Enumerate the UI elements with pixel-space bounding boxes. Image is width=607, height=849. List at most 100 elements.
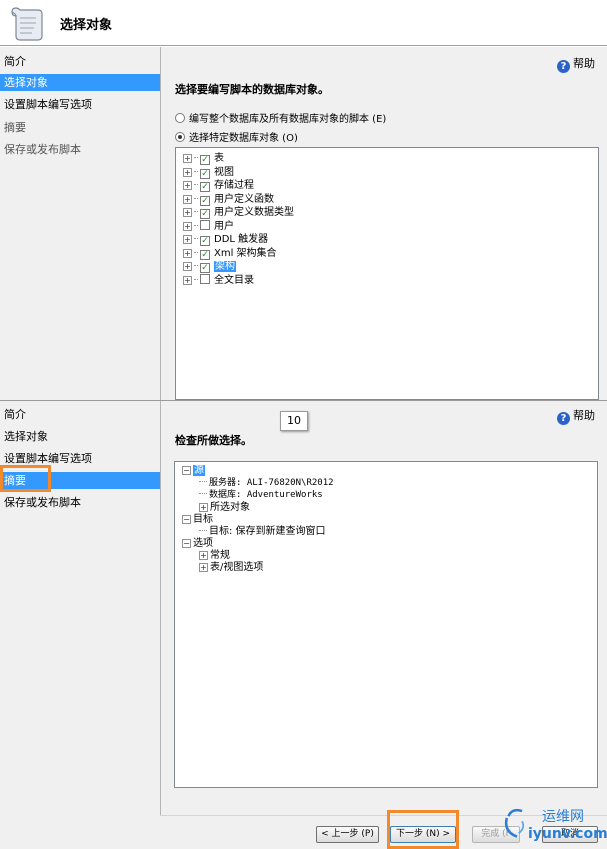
expand-icon[interactable]: + — [183, 194, 192, 204]
object-type-label: 视图 — [214, 166, 234, 178]
tree-node-source[interactable]: − 源 — [182, 464, 205, 477]
dialog-header: 选择对象 — [0, 0, 607, 46]
checkbox-checked-icon[interactable]: ✓ — [200, 209, 210, 219]
checkbox-checked-icon[interactable]: ✓ — [200, 236, 210, 246]
help-label: 帮助 — [573, 409, 595, 422]
object-type-row[interactable]: + ✓ 用户定义函数 — [183, 193, 274, 206]
tree-connector — [194, 238, 198, 239]
tree-connector — [194, 224, 198, 226]
expand-icon[interactable]: + — [183, 167, 192, 177]
expand-icon[interactable]: + — [183, 248, 192, 258]
help-icon: ? — [557, 60, 570, 73]
bottom-help-link[interactable]: ? 帮助 — [557, 407, 595, 425]
object-type-row[interactable]: + ✓ DDL 触发器 — [183, 233, 268, 246]
checkbox-unchecked-icon[interactable] — [200, 219, 210, 230]
top-help-link[interactable]: ? 帮助 — [557, 55, 595, 73]
top-content-panel: ? 帮助 选择要编写脚本的数据库对象。 编写整个数据库及所有数据库对象的脚本 (E… — [161, 47, 607, 400]
tree-node-table-view-options-label: 表/视图选项 — [210, 562, 264, 573]
watermark: 运维网 iyunv.com — [498, 804, 607, 849]
expand-icon[interactable]: + — [183, 262, 192, 271]
dialog-title: 选择对象 — [60, 18, 113, 33]
checkbox-checked-icon[interactable]: ✓ — [200, 263, 210, 273]
top-sidebar-item-script-options[interactable]: 设置脚本编写选项 — [0, 96, 160, 113]
object-type-row[interactable]: + 全文目录 — [183, 273, 254, 287]
tree-node-database-label: 数据库: AdventureWorks — [209, 490, 323, 500]
expand-icon[interactable]: + — [199, 503, 208, 512]
object-type-label: 用户 — [214, 220, 234, 232]
bottom-sidebar-item-save-publish[interactable]: 保存或发布脚本 — [0, 494, 160, 511]
checkbox-checked-icon[interactable]: ✓ — [200, 168, 210, 179]
tree-connector — [194, 184, 198, 185]
expand-icon[interactable]: + — [183, 275, 192, 285]
summary-highlight-box — [0, 465, 51, 492]
watermark-cn: 运维网 — [542, 809, 584, 825]
expand-icon[interactable]: + — [199, 551, 208, 560]
tree-connector — [199, 493, 207, 494]
expand-icon[interactable]: + — [183, 235, 192, 244]
tree-node-general-label: 常规 — [210, 550, 230, 561]
tree-connector — [194, 197, 198, 199]
object-type-label: 用户定义数据类型 — [214, 207, 294, 218]
tree-connector — [199, 481, 207, 482]
expand-icon[interactable]: + — [183, 221, 192, 231]
object-type-label: DDL 触发器 — [214, 234, 269, 245]
object-type-row[interactable]: + ✓ 架构 — [183, 260, 236, 273]
object-type-row[interactable]: + 用户 — [183, 219, 234, 233]
help-label: 帮助 — [573, 57, 595, 70]
object-type-row[interactable]: + ✓ 表 — [183, 152, 224, 165]
top-sidebar-item-select-objects[interactable]: 选择对象 — [0, 74, 160, 91]
tree-connector — [194, 265, 198, 266]
bottom-sidebar-item-intro[interactable]: 简介 — [0, 406, 160, 423]
tree-node-options-label: 选项 — [193, 538, 213, 549]
tree-node-table-view-options[interactable]: + 表/视图选项 — [199, 561, 263, 574]
watermark-en: iyunv.com — [528, 826, 607, 842]
object-type-row[interactable]: + ✓ 视图 — [183, 166, 234, 179]
tree-connector — [199, 530, 207, 531]
object-type-row[interactable]: + ✓ 存储过程 — [183, 179, 254, 192]
object-type-row[interactable]: + ✓ Xml 架构集合 — [183, 247, 277, 260]
bottom-sidebar-item-select-objects[interactable]: 选择对象 — [0, 428, 160, 445]
top-wizard-sidebar: 简介 选择对象 设置脚本编写选项 摘要 保存或发布脚本 — [0, 47, 161, 400]
radio-unchecked-icon — [175, 113, 185, 123]
radio-script-entire-db-label: 编写整个数据库及所有数据库对象的脚本 (E) — [189, 114, 387, 125]
object-type-tree[interactable]: + ✓ 表 + ✓ 视图 + ✓ 存储过程 + ✓ 用户定义函数 + ✓ 用户定义数据类型 + 用户 + ✓ DDL … — [175, 147, 599, 400]
expand-icon[interactable]: + — [183, 154, 192, 163]
summary-tree[interactable]: − 源 服务器: ALI-76820N\R2012 数据库: AdventureW… — [174, 461, 598, 788]
checkbox-unchecked-icon[interactable] — [200, 273, 210, 284]
top-heading: 选择要编写脚本的数据库对象。 — [175, 83, 329, 96]
tree-connector — [194, 211, 198, 212]
tree-node-target-value-label: 目标: 保存到新建查询窗口 — [209, 526, 326, 537]
expand-icon[interactable]: + — [199, 563, 208, 572]
radio-script-entire-db[interactable]: 编写整个数据库及所有数据库对象的脚本 (E) — [175, 110, 386, 125]
tree-connector — [194, 251, 198, 253]
expand-icon[interactable]: + — [183, 181, 192, 190]
collapse-icon[interactable]: − — [182, 539, 191, 548]
bottom-content-panel: ? 帮助 检查所做选择。 − 源 服务器: ALI-76820N\R2012 数据库… — [161, 401, 607, 815]
checkbox-checked-icon[interactable]: ✓ — [200, 155, 210, 165]
object-type-label: 全文目录 — [214, 274, 254, 286]
tree-node-target-label: 目标 — [193, 514, 213, 525]
checkbox-checked-icon[interactable]: ✓ — [200, 182, 210, 192]
tree-connector — [194, 170, 198, 172]
object-type-label: 架构 — [214, 261, 236, 272]
object-type-label: Xml 架构集合 — [214, 247, 277, 259]
top-sidebar-item-summary[interactable]: 摘要 — [0, 119, 160, 136]
radio-select-specific-objects[interactable]: 选择特定数据库对象 (O) — [175, 129, 298, 144]
script-scroll-icon — [11, 7, 43, 41]
top-sidebar-item-intro[interactable]: 简介 — [0, 53, 160, 70]
tree-connector — [194, 278, 198, 280]
collapse-icon[interactable]: − — [182, 466, 191, 475]
top-sidebar-item-save-publish[interactable]: 保存或发布脚本 — [0, 141, 160, 158]
checkbox-checked-icon[interactable]: ✓ — [200, 195, 210, 206]
tree-node-target-value: 目标: 保存到新建查询窗口 — [199, 525, 326, 538]
collapse-icon[interactable]: − — [182, 515, 191, 524]
object-type-label: 表 — [214, 153, 224, 164]
object-type-label: 存储过程 — [214, 180, 254, 191]
radio-checked-icon — [175, 132, 185, 142]
previous-button[interactable]: < 上一步 (P) — [316, 826, 379, 843]
object-type-row[interactable]: + ✓ 用户定义数据类型 — [183, 206, 294, 219]
checkbox-checked-icon[interactable]: ✓ — [200, 249, 210, 260]
tree-node-server-label: 服务器: ALI-76820N\R2012 — [209, 478, 334, 488]
expand-icon[interactable]: + — [183, 208, 192, 217]
object-type-label: 用户定义函数 — [214, 193, 274, 205]
